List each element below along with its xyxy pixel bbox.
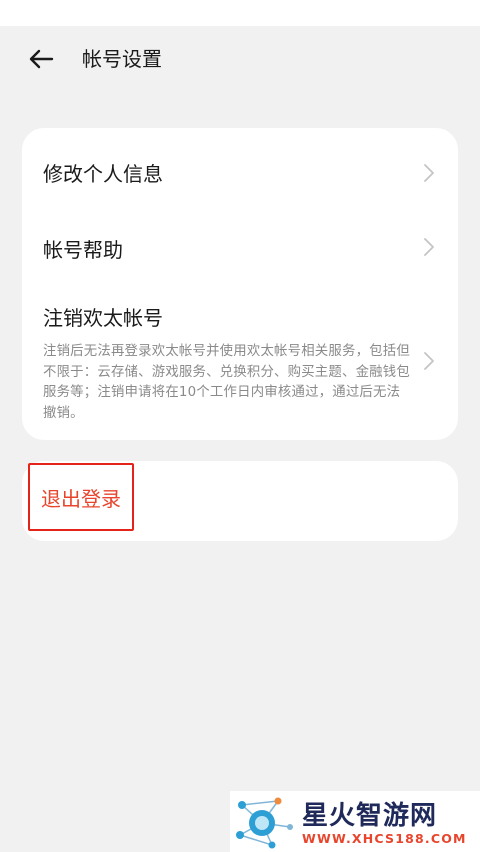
page-title: 帐号设置 xyxy=(82,47,162,71)
status-bar-area xyxy=(0,0,480,26)
chevron-right-icon xyxy=(424,238,434,256)
settings-card: 修改个人信息 帐号帮助 注销欢太帐号 注销后无法再登录欢太帐号并使用欢太帐号相关… xyxy=(22,128,458,440)
back-arrow-icon xyxy=(29,49,54,69)
watermark-url: WWW.XHCS188.COM xyxy=(302,831,467,846)
logout-label: 退出登录 xyxy=(41,486,121,511)
settings-item-account-help[interactable]: 帐号帮助 xyxy=(22,216,458,290)
logout-button[interactable]: 退出登录 xyxy=(28,463,134,531)
app-header: 帐号设置 xyxy=(0,26,480,92)
settings-item-label: 注销欢太帐号 xyxy=(43,306,163,330)
settings-item-description: 注销后无法再登录欢太帐号并使用欢太帐号相关服务，包括但不限于：云存储、游戏服务、… xyxy=(43,344,410,421)
chevron-right-icon xyxy=(424,164,434,182)
settings-item-label: 帐号帮助 xyxy=(43,238,123,262)
chevron-right-icon xyxy=(424,352,434,370)
settings-item-edit-profile[interactable]: 修改个人信息 xyxy=(22,128,458,216)
network-logo-icon xyxy=(236,797,293,849)
watermark: 星火智游网 WWW.XHCS188.COM xyxy=(230,791,480,852)
settings-item-label: 修改个人信息 xyxy=(43,162,163,186)
logout-card: 退出登录 xyxy=(22,461,458,541)
watermark-title: 星火智游网 xyxy=(302,801,438,831)
back-button[interactable] xyxy=(22,44,60,74)
settings-item-deactivate-account[interactable]: 注销欢太帐号 注销后无法再登录欢太帐号并使用欢太帐号相关服务，包括但不限于：云存… xyxy=(22,290,458,440)
